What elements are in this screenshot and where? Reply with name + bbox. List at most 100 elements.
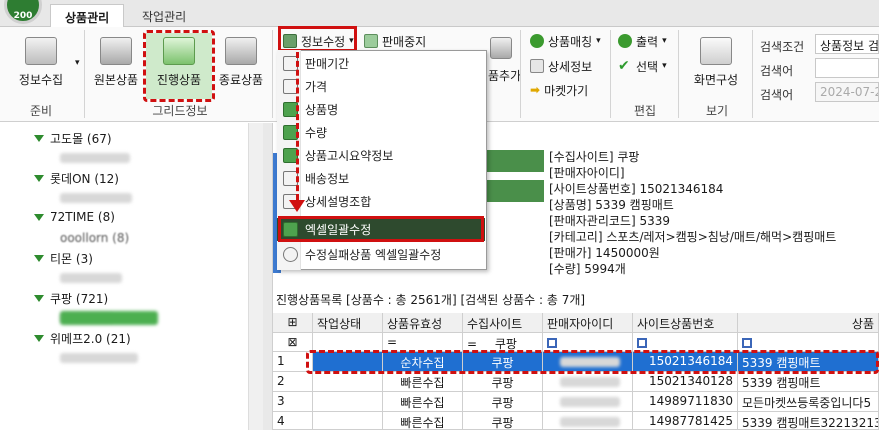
expand-arrow-icon xyxy=(34,213,44,221)
arrow-right-icon: ➡ xyxy=(530,83,541,97)
col-header[interactable]: 작업상태 xyxy=(313,313,383,333)
highlight-edit-info xyxy=(278,26,357,52)
book-pen-icon xyxy=(25,37,57,65)
menu-item-label: 판매기간 xyxy=(305,57,350,71)
grid-settings-icon[interactable]: ⊞ xyxy=(273,313,313,333)
group-label-view: 보기 xyxy=(705,104,729,118)
grid-cell[interactable]: 빠른수집 xyxy=(383,372,463,392)
menu-item-shipping[interactable]: 배송정보 xyxy=(277,167,485,190)
print-button[interactable]: 출력 ▾ xyxy=(618,32,667,50)
go-market-button[interactable]: ➡ 마켓가기 xyxy=(530,81,588,99)
search-condition-select[interactable]: 상품정보 검 xyxy=(815,34,879,54)
print-label: 출력 xyxy=(636,34,659,49)
group-label-prep: 준비 xyxy=(29,104,53,118)
highlight-ongoing-product xyxy=(143,30,215,102)
detail-line: [판매자아이디] xyxy=(549,166,625,180)
ended-product-button[interactable]: 종료상품 xyxy=(214,37,268,88)
grid-cell[interactable]: 모든마켓쓰등록중입니다5 xyxy=(738,392,879,412)
tree-node[interactable]: 쿠팡 (721) xyxy=(34,290,108,307)
highlight-excel-bulk-edit xyxy=(278,216,484,242)
tree-node[interactable]: 티몬 (3) xyxy=(34,250,93,267)
tab-work-management[interactable]: 작업관리 xyxy=(128,4,200,27)
detail-info-button[interactable]: 상세정보 xyxy=(530,57,592,75)
row-number[interactable]: 4 xyxy=(273,412,313,430)
tree-sub-item[interactable]: ooollorn (8) xyxy=(60,231,129,245)
grid-cell[interactable]: 빠른수집 xyxy=(383,392,463,412)
tree-scrollbar[interactable] xyxy=(248,123,263,430)
blurred-seller xyxy=(60,353,138,363)
panel-splitter[interactable] xyxy=(263,123,273,430)
row-number[interactable]: 2 xyxy=(273,372,313,392)
original-product-button[interactable]: 원본상품 xyxy=(88,37,144,88)
detail-icon xyxy=(530,59,544,73)
bag-add-icon xyxy=(490,37,512,59)
col-header[interactable]: 상품유효성 xyxy=(383,313,463,333)
grid-cell[interactable]: 쿠팡 xyxy=(463,392,543,412)
search-keyword-input[interactable] xyxy=(815,58,879,78)
add-product-label: 품추가 xyxy=(488,69,522,83)
guide-arrow-line xyxy=(296,52,299,200)
tree-node[interactable]: 고도몰 (67) xyxy=(34,130,112,147)
col-header[interactable]: 상품 xyxy=(738,313,879,333)
ribbon-separator xyxy=(272,30,273,118)
menu-item-quantity[interactable]: 수량 xyxy=(277,121,485,144)
blurred-seller-id xyxy=(560,377,620,387)
stop-doc-icon xyxy=(364,34,378,48)
grid-cell[interactable] xyxy=(313,412,383,430)
stop-sale-button[interactable]: 판매중지 xyxy=(364,32,426,50)
bulb-icon xyxy=(283,247,298,262)
filter-value: 쿠팡 xyxy=(494,337,517,351)
layout-button[interactable]: 화면구성 xyxy=(686,37,746,88)
menu-item-label: 수정실패상품 엑셀일괄수정 xyxy=(305,248,442,262)
grid-cell[interactable]: 쿠팡 xyxy=(463,372,543,392)
col-header[interactable]: 판매자아이디 xyxy=(543,313,633,333)
row-number[interactable]: 3 xyxy=(273,392,313,412)
grid-cell[interactable]: 5339 캠핑매트32213213 xyxy=(738,412,879,430)
tree-node-label: 위메프2.0 (21) xyxy=(50,332,131,346)
tree-node-label: 72TIME (8) xyxy=(50,210,115,224)
grid-cell[interactable]: 5339 캠핑매트 xyxy=(738,372,879,392)
menu-item-sale-period[interactable]: 판매기간 xyxy=(277,52,485,75)
print-circle-icon xyxy=(618,34,632,48)
grid-cell[interactable]: 14989711830 xyxy=(633,392,738,412)
bag-lock-icon xyxy=(225,37,257,65)
tab-product-management[interactable]: 상품관리 xyxy=(50,4,125,27)
blurred-seller-id xyxy=(560,417,620,427)
grid-cell[interactable]: 빠른수집 xyxy=(383,412,463,430)
detail-line: [수량] 5994개 xyxy=(549,262,626,276)
ribbon-separator xyxy=(84,30,85,118)
select-button[interactable]: ✔ 선택 ▾ xyxy=(618,57,667,75)
col-header[interactable]: 사이트상품번호 xyxy=(633,313,738,333)
tree-node-label: 고도몰 (67) xyxy=(50,132,112,146)
col-header[interactable]: 수집사이트 xyxy=(463,313,543,333)
menu-item-product-name[interactable]: 상품명 xyxy=(277,98,485,121)
grid-cell[interactable]: 쿠팡 xyxy=(463,412,543,430)
collect-info-button[interactable]: 정보수집 xyxy=(8,37,74,88)
detail-line: [상품명] 5339 캠핑매트 xyxy=(549,198,674,212)
grid-cell[interactable]: 14987781425 xyxy=(633,412,738,430)
grid-cell[interactable] xyxy=(313,392,383,412)
menu-item-notice-info[interactable]: 상품고시요약정보 xyxy=(277,144,485,167)
tree-node[interactable]: 위메프2.0 (21) xyxy=(34,330,131,347)
dropdown-arrow-icon[interactable]: ▾ xyxy=(75,58,80,68)
check-icon: ✔ xyxy=(618,58,630,74)
tree-node[interactable]: 72TIME (8) xyxy=(34,210,115,224)
go-market-label: 마켓가기 xyxy=(544,83,589,98)
menu-item-detail-combo[interactable]: 상세설명조합 xyxy=(277,190,485,213)
search-date-input[interactable]: 2024-07-2 xyxy=(815,82,879,102)
bag-icon xyxy=(100,37,132,65)
menu-item-label: 가격 xyxy=(305,80,328,94)
expand-arrow-icon xyxy=(34,175,44,182)
product-match-button[interactable]: 상품매칭 ▾ xyxy=(530,32,601,50)
selected-seller-highlight[interactable] xyxy=(60,311,158,325)
tree-node-label: 쿠팡 (721) xyxy=(50,292,109,306)
expand-arrow-icon xyxy=(34,295,44,302)
chevron-down-icon: ▾ xyxy=(662,61,667,71)
menu-item-price[interactable]: 가격 xyxy=(277,75,485,98)
grid-cell[interactable] xyxy=(313,372,383,392)
menu-item-failed-excel-edit[interactable]: 수정실패상품 엑셀일괄수정 xyxy=(277,243,485,266)
grid-cell[interactable]: 15021340128 xyxy=(633,372,738,392)
tree-node[interactable]: 롯데ON (12) xyxy=(34,170,119,187)
filter-row-icon[interactable]: ⊠ xyxy=(273,333,313,352)
menu-item-label: 상품고시요약정보 xyxy=(305,149,394,163)
